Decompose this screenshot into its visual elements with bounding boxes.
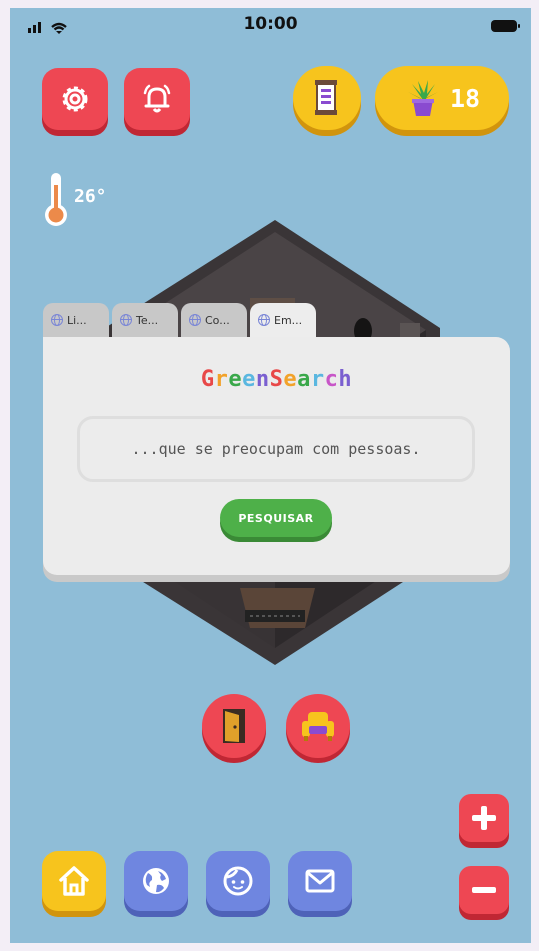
home-icon xyxy=(59,866,89,896)
phone-screen: 10:00 18 26° Li... Te... Co... Em... Gre… xyxy=(10,8,531,943)
plant-counter[interactable]: 18 xyxy=(375,66,509,130)
bell-icon xyxy=(143,84,171,113)
thermometer-icon xyxy=(45,173,67,226)
scroll-icon xyxy=(315,80,337,115)
web-button[interactable] xyxy=(124,851,188,911)
logo-letter: e xyxy=(228,367,243,392)
battery-icon xyxy=(491,20,520,32)
gear-icon xyxy=(62,86,88,112)
globe-icon xyxy=(189,314,201,326)
zoom-out-button[interactable] xyxy=(459,866,509,914)
plant-icon xyxy=(407,80,438,116)
logo-letter: c xyxy=(324,367,339,392)
globe-icon xyxy=(143,868,169,894)
tab-label: Te... xyxy=(136,313,159,327)
search-button[interactable]: PESQUISAR xyxy=(220,499,332,537)
armchair-icon xyxy=(302,712,334,741)
profile-button[interactable] xyxy=(206,851,270,911)
temperature-label: 26° xyxy=(74,186,107,207)
minus-icon xyxy=(472,887,496,893)
tab-label: Li... xyxy=(67,313,87,327)
tab-co[interactable]: Co... xyxy=(181,303,247,337)
logo-letter: r xyxy=(214,367,229,392)
logo-letter: r xyxy=(310,367,325,392)
browser-window: GreenSearch PESQUISAR xyxy=(43,337,510,575)
face-icon xyxy=(223,866,253,896)
zoom-in-button[interactable] xyxy=(459,794,509,842)
search-input[interactable] xyxy=(89,439,463,459)
missions-button[interactable] xyxy=(293,66,361,130)
globe-icon xyxy=(120,314,132,326)
status-time: 10:00 xyxy=(243,14,298,34)
home-button[interactable] xyxy=(42,851,106,911)
logo-letter: e xyxy=(242,367,256,392)
mail-icon xyxy=(305,869,335,893)
plus-icon xyxy=(472,806,496,830)
logo-letter: e xyxy=(283,367,298,392)
tab-em[interactable]: Em... xyxy=(250,303,316,337)
settings-button[interactable] xyxy=(42,68,108,130)
door-icon xyxy=(223,709,245,743)
alarm-button[interactable] xyxy=(124,68,190,130)
messages-button[interactable] xyxy=(288,851,352,911)
logo-letter: h xyxy=(338,367,353,392)
plant-count: 18 xyxy=(449,83,481,113)
globe-icon xyxy=(258,314,270,326)
tab-label: Co... xyxy=(205,313,230,327)
tab-te[interactable]: Te... xyxy=(112,303,178,337)
browser-tabs: Li... Te... Co... Em... xyxy=(43,303,316,337)
search-box[interactable] xyxy=(77,416,475,482)
logo-letter: n xyxy=(255,367,270,392)
tab-li[interactable]: Li... xyxy=(43,303,109,337)
greensearch-logo: GreenSearch xyxy=(43,367,510,392)
door-button[interactable] xyxy=(202,694,266,758)
furniture-button[interactable] xyxy=(286,694,350,758)
logo-letter: S xyxy=(269,367,284,392)
logo-letter: a xyxy=(297,367,311,392)
globe-icon xyxy=(51,314,63,326)
logo-letter: G xyxy=(200,367,215,392)
tab-label: Em... xyxy=(274,313,303,327)
